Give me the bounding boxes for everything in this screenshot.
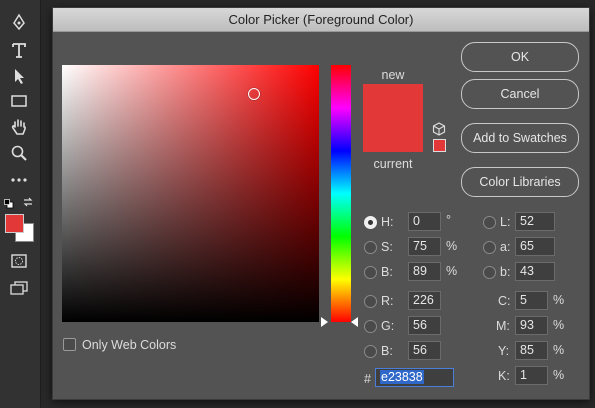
green-label: G: [381, 319, 395, 333]
brightness-input[interactable]: 89 [408, 262, 441, 281]
cyan-input[interactable]: 5 [515, 291, 548, 310]
red-input[interactable]: 226 [408, 291, 441, 310]
yellow-input[interactable]: 85 [515, 341, 548, 360]
hue-label: H: [381, 215, 394, 229]
out-of-gamut-cube-icon[interactable] [432, 122, 446, 136]
black-unit: % [553, 368, 565, 382]
brightness-radio[interactable] [364, 266, 377, 279]
cancel-button[interactable]: Cancel [461, 79, 579, 109]
black-label: K: [498, 369, 510, 383]
b-channel-radio[interactable] [483, 266, 496, 279]
hand-icon[interactable] [8, 117, 30, 137]
brightness-unit: % [446, 264, 458, 278]
saturation-brightness-field[interactable] [62, 65, 319, 322]
pen-icon[interactable] [8, 12, 30, 32]
web-safe-color-swatch[interactable] [433, 139, 446, 152]
a-channel-radio[interactable] [483, 241, 496, 254]
new-color-label: new [381, 68, 405, 82]
blue-input[interactable]: 56 [408, 341, 441, 360]
color-libraries-button[interactable]: Color Libraries [461, 167, 579, 197]
hex-input[interactable]: e23838 [375, 368, 454, 387]
red-radio[interactable] [364, 295, 377, 308]
green-input[interactable]: 56 [408, 316, 441, 335]
a-channel-label: a: [500, 240, 511, 254]
b-channel-input[interactable]: 43 [515, 262, 555, 281]
magenta-label: M: [496, 319, 510, 333]
foreground-color-swatch[interactable] [5, 214, 24, 233]
saturation-unit: % [446, 239, 458, 253]
black-input[interactable]: 1 [515, 366, 548, 385]
magenta-unit: % [553, 318, 565, 332]
blue-label: B: [381, 344, 393, 358]
blue-radio[interactable] [364, 345, 377, 358]
lightness-label: L: [500, 215, 511, 229]
ok-button[interactable]: OK [461, 42, 579, 72]
brightness-label: B: [381, 265, 393, 279]
cyan-unit: % [553, 293, 565, 307]
quick-mask-icon[interactable] [8, 251, 30, 271]
only-web-colors-label: Only Web Colors [82, 338, 177, 352]
current-color-preview[interactable] [363, 118, 423, 152]
cyan-label: C: [498, 294, 511, 308]
magenta-input[interactable]: 93 [515, 316, 548, 335]
swap-colors-icon[interactable] [22, 195, 34, 207]
current-color-label: current [373, 157, 413, 171]
dialog-title[interactable]: Color Picker (Foreground Color) [53, 8, 589, 32]
lightness-radio[interactable] [483, 216, 496, 229]
a-channel-input[interactable]: 65 [515, 237, 555, 256]
zoom-icon[interactable] [8, 143, 30, 163]
rectangle-icon[interactable] [8, 91, 30, 111]
saturation-radio[interactable] [364, 241, 377, 254]
new-color-preview [363, 84, 423, 118]
color-field-marker[interactable] [248, 88, 260, 100]
color-picker-dialog: Color Picker (Foreground Color) Only Web… [52, 7, 590, 400]
red-label: R: [381, 294, 394, 308]
hue-radio[interactable] [364, 216, 377, 229]
hue-slider-right-arrow[interactable] [351, 317, 358, 327]
tools-panel [0, 0, 41, 408]
lightness-input[interactable]: 52 [515, 212, 555, 231]
hex-label: # [364, 372, 371, 386]
add-to-swatches-button[interactable]: Add to Swatches [461, 123, 579, 153]
saturation-input[interactable]: 75 [408, 237, 441, 256]
yellow-unit: % [553, 343, 565, 357]
type-icon[interactable] [8, 40, 30, 60]
screen-mode-icon[interactable] [8, 278, 30, 298]
only-web-colors-checkbox[interactable] [63, 338, 76, 351]
yellow-label: Y: [498, 344, 510, 358]
hue-slider-left-arrow[interactable] [321, 317, 328, 327]
hue-slider[interactable] [331, 65, 351, 322]
saturation-label: S: [381, 240, 393, 254]
hex-input-value: e23838 [380, 370, 424, 384]
b-channel-label: b: [500, 265, 511, 279]
green-radio[interactable] [364, 320, 377, 333]
hue-input[interactable]: 0 [408, 212, 441, 231]
more-tools-icon[interactable] [8, 170, 30, 190]
path-selection-icon[interactable] [8, 66, 30, 86]
default-colors-icon[interactable] [4, 196, 14, 209]
hue-unit: ° [446, 213, 451, 227]
